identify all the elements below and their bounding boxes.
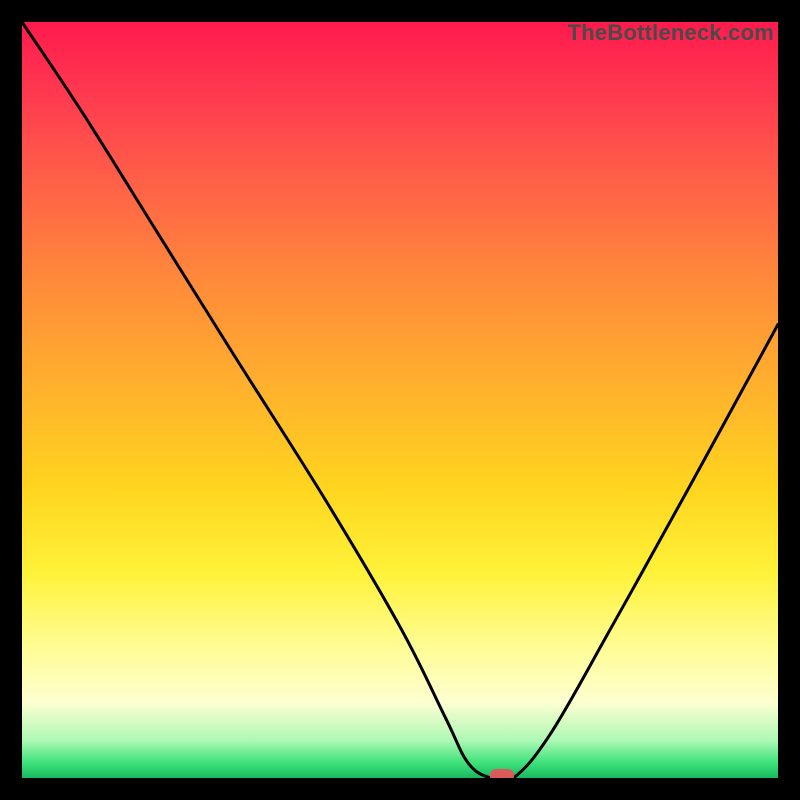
plot-area: TheBottleneck.com: [22, 22, 778, 778]
bottleneck-curve: [22, 22, 778, 778]
optimal-marker: [490, 769, 514, 778]
chart-frame: TheBottleneck.com: [0, 0, 800, 800]
watermark-text: TheBottleneck.com: [568, 22, 774, 46]
